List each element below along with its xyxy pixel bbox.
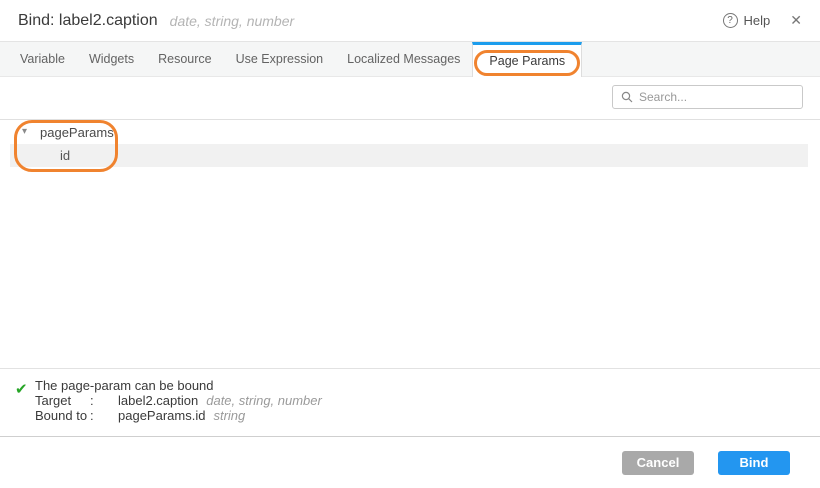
status-target-type: date, string, number: [206, 393, 322, 408]
status-colon: :: [90, 408, 118, 423]
status-colon: :: [90, 393, 118, 408]
dialog-subtitle: date, string, number: [170, 13, 295, 29]
tab-variable[interactable]: Variable: [8, 42, 77, 76]
tree-node-label: id: [60, 148, 70, 163]
status-message: The page-param can be bound: [35, 378, 820, 393]
bind-button[interactable]: Bind: [718, 451, 790, 475]
caret-down-icon[interactable]: ▾: [22, 127, 27, 137]
header-actions: ? Help ✕: [723, 12, 802, 29]
status-boundto-row: Bound to : pageParams.id string: [35, 408, 820, 423]
bind-dialog: Bind: label2.caption date, string, numbe…: [0, 0, 820, 488]
search-box[interactable]: [612, 85, 803, 109]
tree-row-pageparams[interactable]: ▾ pageParams: [0, 120, 820, 144]
tree-row-id[interactable]: id: [10, 144, 808, 167]
page-params-tree: ▾ pageParams id: [0, 119, 820, 368]
dialog-title: Bind: label2.caption: [18, 12, 158, 30]
search-input[interactable]: [639, 90, 794, 104]
cancel-button[interactable]: Cancel: [622, 451, 694, 475]
tab-localized-messages[interactable]: Localized Messages: [335, 42, 472, 76]
status-target-row: Target : label2.caption date, string, nu…: [35, 393, 820, 408]
tree-node-label: pageParams: [40, 125, 114, 140]
search-toolbar: [0, 77, 820, 119]
tab-page-params-label: Page Params: [489, 54, 565, 68]
help-button[interactable]: ? Help: [723, 13, 771, 28]
status-boundto-label: Bound to: [35, 408, 90, 423]
status-target-value: label2.caption: [118, 393, 198, 408]
tab-bar: Variable Widgets Resource Use Expression…: [0, 42, 820, 77]
status-target-label: Target: [35, 393, 90, 408]
status-text: The page-param can be bound Target : lab…: [35, 369, 820, 423]
bind-status-panel: ✔ The page-param can be bound Target : l…: [0, 368, 820, 437]
help-label: Help: [744, 13, 771, 28]
dialog-header: Bind: label2.caption date, string, numbe…: [0, 0, 820, 42]
tab-widgets[interactable]: Widgets: [77, 42, 146, 76]
tab-use-expression[interactable]: Use Expression: [224, 42, 336, 76]
dialog-footer: Cancel Bind: [0, 437, 820, 488]
tab-page-params[interactable]: Page Params: [472, 42, 582, 77]
check-icon: ✔: [15, 380, 28, 398]
help-question-icon: ?: [723, 13, 738, 28]
search-icon: [621, 91, 633, 103]
status-boundto-type: string: [213, 408, 245, 423]
close-icon[interactable]: ✕: [790, 12, 802, 29]
status-boundto-value: pageParams.id: [118, 408, 205, 423]
tab-resource[interactable]: Resource: [146, 42, 224, 76]
